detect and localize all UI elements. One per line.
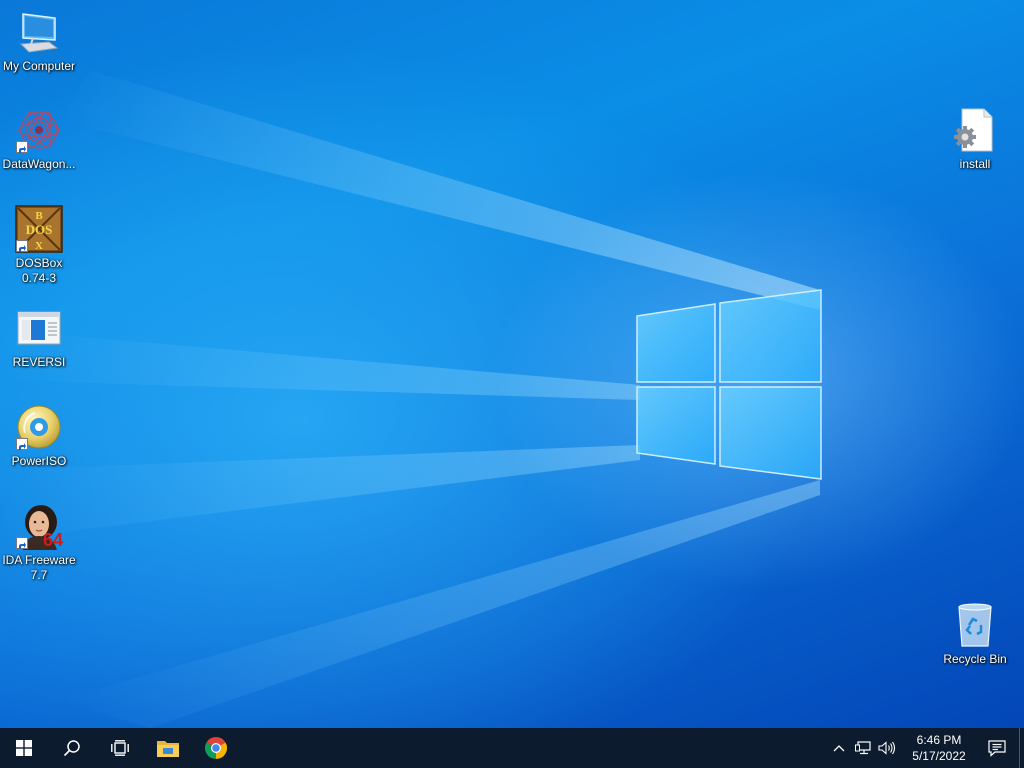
- desktop-icon-label: DOSBox 0.74-3: [15, 256, 63, 285]
- settings-file-icon: [951, 106, 999, 154]
- window-app-icon: [15, 304, 63, 352]
- desktop-icon-label: DataWagon...: [2, 157, 76, 171]
- shortcut-arrow-icon: [16, 141, 28, 153]
- show-desktop-button[interactable]: [1019, 728, 1024, 768]
- system-tray: 6:46 PM 5/17/2022: [827, 728, 1024, 768]
- svg-text:64: 64: [43, 530, 63, 550]
- desktop-icon-dosbox[interactable]: B DOS X DOSBox 0.74-3: [0, 205, 78, 286]
- network-icon: [855, 741, 871, 755]
- desktop-icon-label: PowerISO: [11, 454, 67, 468]
- desktop-icon-datawagon[interactable]: DataWagon...: [0, 106, 78, 172]
- show-hidden-icons-button[interactable]: [827, 728, 851, 768]
- chrome-icon: [204, 737, 228, 759]
- disc-icon: [15, 403, 63, 451]
- dosbox-icon: B DOS X: [15, 205, 63, 253]
- datawagon-icon: [15, 106, 63, 154]
- shortcut-arrow-icon: [16, 537, 28, 549]
- svg-text:B: B: [35, 210, 43, 222]
- ida-portrait-icon: 64: [15, 502, 63, 550]
- desktop-icon-ida-freeware[interactable]: 64 IDA Freeware 7.7: [0, 502, 78, 583]
- speaker-icon: [878, 741, 896, 755]
- network-button[interactable]: [851, 728, 875, 768]
- desktop-icon-poweriso[interactable]: PowerISO: [0, 403, 78, 469]
- desktop-icon-label: Recycle Bin: [943, 652, 1007, 666]
- desktop-icon-reversi[interactable]: REVERSI: [0, 304, 78, 370]
- shortcut-arrow-icon: [16, 438, 28, 450]
- taskbar: 6:46 PM 5/17/2022: [0, 728, 1024, 768]
- chrome-button[interactable]: [192, 728, 240, 768]
- action-center-button[interactable]: [975, 728, 1019, 768]
- desktop-icon-label: REVERSI: [12, 355, 66, 369]
- desktop-icon-label: My Computer: [2, 59, 76, 73]
- folder-icon: [157, 741, 179, 757]
- windows-wallpaper-logo: [636, 289, 822, 480]
- task-view-button[interactable]: [96, 728, 144, 768]
- desktop-icon-label: install: [959, 157, 991, 171]
- volume-button[interactable]: [875, 728, 899, 768]
- search-button[interactable]: [48, 728, 96, 768]
- desktop-icon-recycle-bin[interactable]: Recycle Bin: [936, 601, 1014, 667]
- desktop-icon-my-computer[interactable]: My Computer: [0, 8, 78, 74]
- recycle-bin-icon: [951, 601, 999, 649]
- start-button[interactable]: [0, 728, 48, 768]
- search-icon: [63, 740, 80, 757]
- clock-date: 5/17/2022: [912, 749, 966, 763]
- chevron-up-icon: [833, 745, 845, 752]
- computer-icon: [15, 8, 63, 56]
- file-explorer-button[interactable]: [144, 728, 192, 768]
- clock-time: 6:46 PM: [916, 733, 962, 747]
- task-view-icon: [111, 740, 129, 756]
- svg-text:X: X: [35, 240, 43, 252]
- desktop-icon-label: IDA Freeware 7.7: [2, 553, 76, 582]
- desktop-icon-install[interactable]: install: [936, 106, 1014, 172]
- desktop[interactable]: My Computer DataWagon... B DOS X DOSBox …: [0, 0, 1024, 728]
- clock-button[interactable]: 6:46 PM 5/17/2022: [903, 732, 975, 764]
- action-center-icon: [988, 740, 1006, 757]
- shortcut-arrow-icon: [16, 240, 28, 252]
- windows-logo-icon: [16, 740, 32, 756]
- svg-text:DOS: DOS: [26, 222, 53, 237]
